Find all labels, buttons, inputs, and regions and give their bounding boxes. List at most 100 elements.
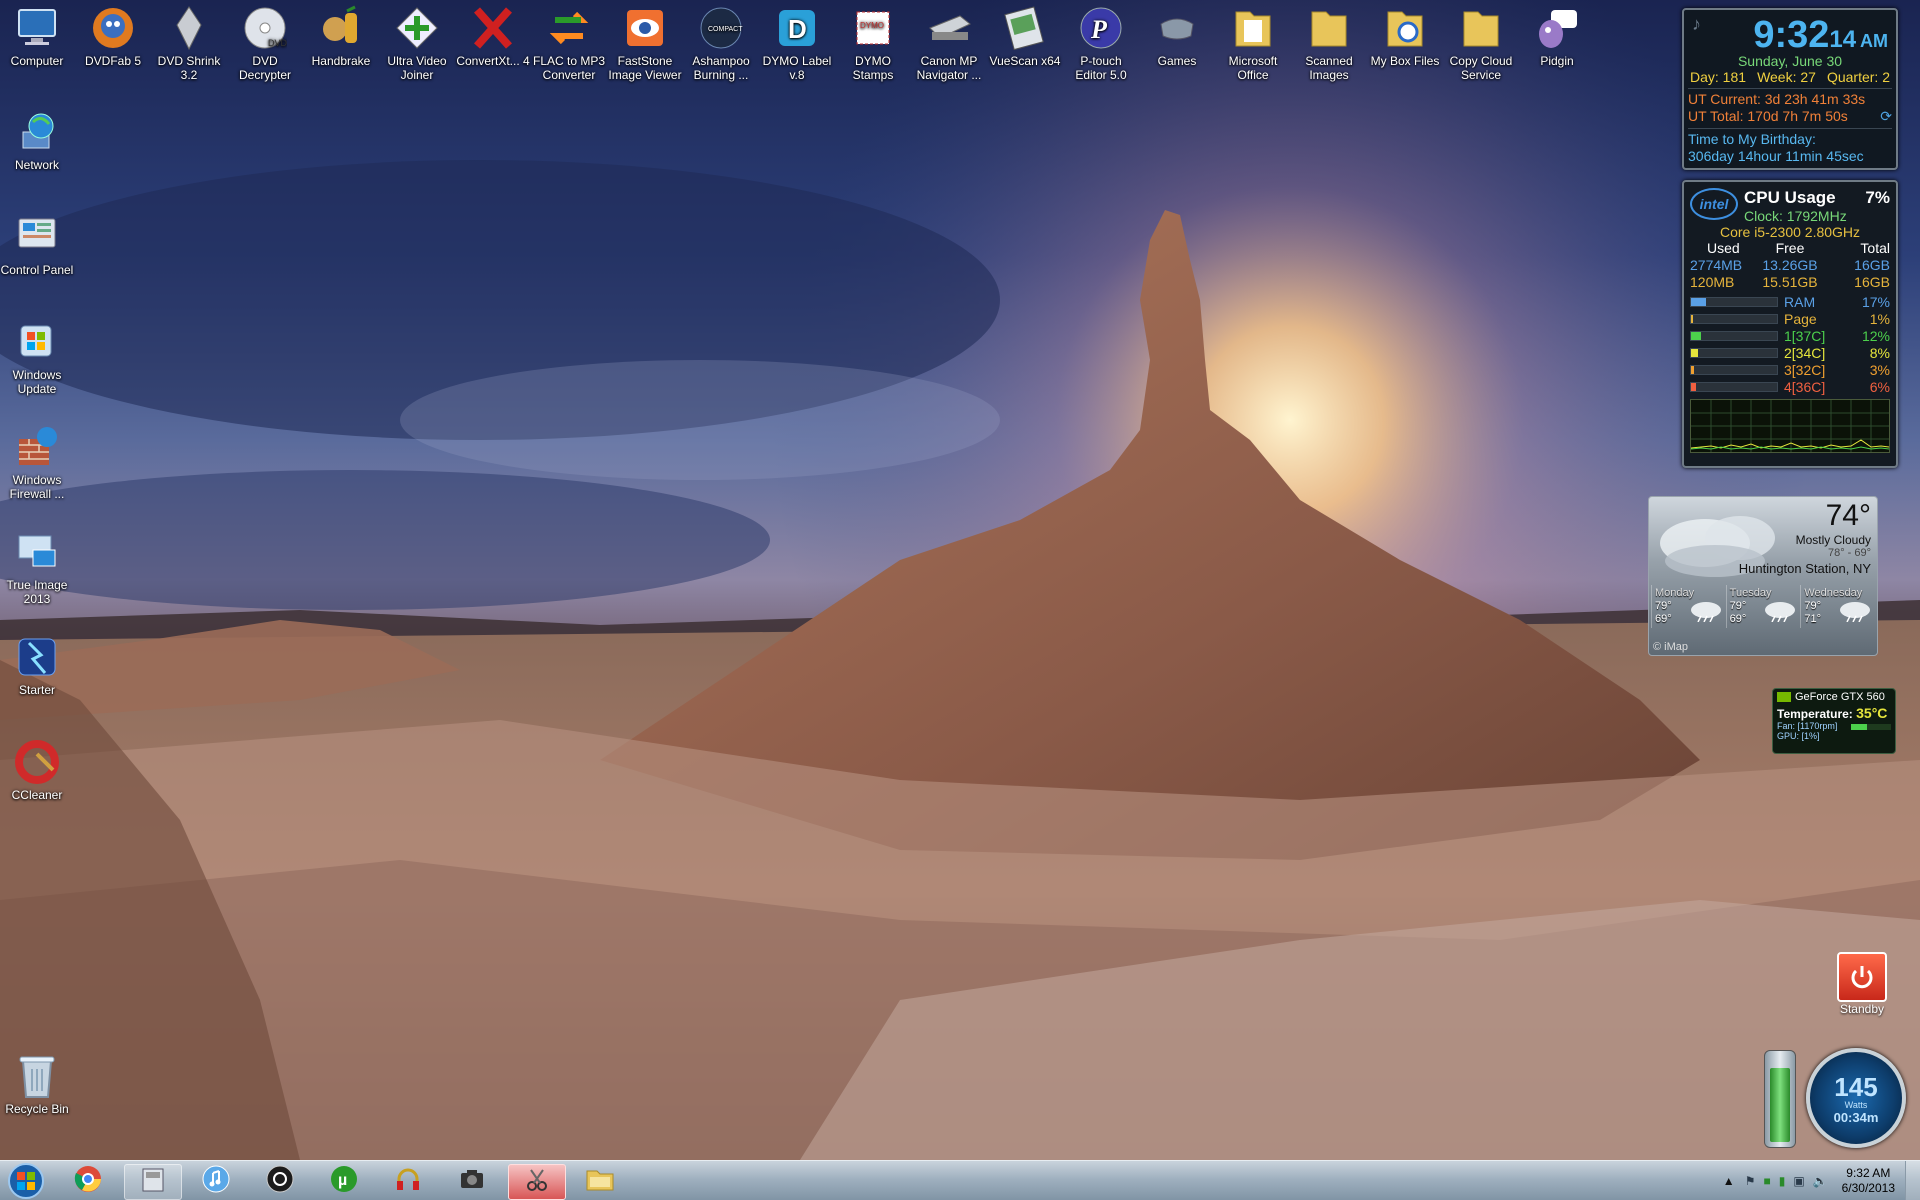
desktop-icon-pidgin[interactable]: Pidgin <box>1520 4 1594 68</box>
uptime-total: UT Total: 170d 7h 7m 50s <box>1688 108 1848 124</box>
weather-gadget[interactable]: 74° Mostly Cloudy 78° - 69° Huntington S… <box>1648 496 1878 656</box>
dymo-stamps-icon: DYMO <box>849 4 897 52</box>
svg-text:DVD: DVD <box>268 38 287 48</box>
taskbar-button-snipping-tool[interactable] <box>508 1164 566 1200</box>
start-button[interactable] <box>4 1162 48 1200</box>
svg-text:COMPACT: COMPACT <box>708 26 743 33</box>
power-icon[interactable] <box>1837 952 1887 1002</box>
desktop-icon-label: Network <box>14 158 59 172</box>
desktop-icon-folder[interactable]: Scanned Images <box>1292 4 1366 82</box>
power-meter-gadget[interactable]: 145 Watts 00:34m <box>1760 1046 1906 1150</box>
desktop-icon-firewall[interactable]: Windows Firewall ... <box>0 423 74 501</box>
desktop-icon-flac-converter[interactable]: FLAC to MP3 Converter <box>532 4 606 82</box>
desktop-icon-handbrake[interactable]: Handbrake <box>304 4 378 68</box>
taskbar-button-camera[interactable] <box>444 1164 500 1198</box>
usage-bar-row: 3[32C] 3% <box>1684 361 1896 378</box>
desktop-icon-folder[interactable]: Copy Cloud Service <box>1444 4 1518 82</box>
games-icon <box>1153 4 1201 52</box>
refresh-icon[interactable]: ⟳ <box>1880 108 1892 125</box>
desktop-icon-office-folder[interactable]: Microsoft Office <box>1216 4 1290 82</box>
storm-cloud-icon <box>1689 600 1723 626</box>
taskbar-button-chrome[interactable] <box>60 1164 116 1198</box>
usage-bar <box>1690 313 1778 324</box>
ashampoo-icon: COMPACT <box>697 4 745 52</box>
forecast-day: Wednesday 79° 71° <box>1800 585 1875 628</box>
desktop-icon-convertx[interactable]: ConvertXt... 4 <box>456 4 530 68</box>
desktop-icon-true-image[interactable]: True Image 2013 <box>0 528 74 606</box>
tray-flag-icon[interactable]: ⚑ <box>1745 1174 1756 1188</box>
gpu-temp-value: 35°C <box>1856 705 1888 721</box>
desktop-icon-dvd-decrypter[interactable]: DVD DVD Decrypter <box>228 4 302 82</box>
desktop-icon-label: DVDFab 5 <box>84 54 142 68</box>
desktop-icon-recycle-bin[interactable]: Recycle Bin <box>0 1052 74 1116</box>
usage-bar-label: 3[32C] <box>1784 361 1826 378</box>
ptouch-icon: P <box>1077 4 1125 52</box>
show-desktop-button[interactable] <box>1905 1161 1920 1200</box>
cpu-history-graph <box>1690 399 1890 453</box>
tray-battery-icon[interactable]: ▮ <box>1779 1174 1786 1188</box>
taskbar-button-file-explorer[interactable] <box>572 1164 628 1198</box>
taskbar-button-explorer-window[interactable] <box>124 1164 182 1200</box>
power-unit: Watts <box>1844 1100 1868 1110</box>
birthday-countdown: 306day 14hour 11min 45sec <box>1688 148 1864 164</box>
desktop-icon-label: My Box Files <box>1370 54 1440 68</box>
desktop-icon-label: Computer <box>10 54 64 68</box>
gpu-gadget[interactable]: GeForce GTX 560 Temperature: 35°C Fan: [… <box>1772 688 1896 754</box>
usage-bar-fill <box>1691 331 1702 340</box>
desktop-icon-computer[interactable]: Computer <box>0 4 74 68</box>
forecast-day-name: Monday <box>1655 587 1695 599</box>
taskbar-button-itunes[interactable] <box>188 1164 244 1198</box>
desktop-icon-dvdfab[interactable]: DVDFab 5 <box>76 4 150 68</box>
desktop-icon-dymo-label[interactable]: D DYMO Label v.8 <box>760 4 834 82</box>
desktop-icon-games[interactable]: Games <box>1140 4 1214 68</box>
desktop-icon-faststone[interactable]: FastStone Image Viewer <box>608 4 682 82</box>
desktop-icon-label: Copy Cloud Service <box>1449 54 1513 82</box>
desktop-icon-dvdshrink[interactable]: DVD Shrink 3.2 <box>152 4 226 82</box>
desktop-icon-video-joiner[interactable]: Ultra Video Joiner <box>380 4 454 82</box>
cpu-clock: Clock: 1792MHz <box>1744 208 1847 224</box>
desktop-icon-control-panel[interactable]: Control Panel <box>0 213 74 277</box>
desktop-icon-dymo-stamps[interactable]: DYMO DYMO Stamps <box>836 4 910 82</box>
desktop-icon-network[interactable]: Network <box>0 108 74 172</box>
svg-text:P: P <box>1090 15 1108 44</box>
desktop-icon-label: CCleaner <box>11 788 63 802</box>
desktop-icon-label: Pidgin <box>1540 54 1574 68</box>
desktop-icon-ashampoo[interactable]: COMPACT Ashampoo Burning ... <box>684 4 758 82</box>
office-folder-icon <box>1229 4 1277 52</box>
taskbar-button-headphones[interactable] <box>380 1164 436 1198</box>
taskbar-clock[interactable]: 9:32 AM 6/30/2013 <box>1832 1166 1905 1196</box>
standby-gadget[interactable]: Standby <box>1836 952 1888 1020</box>
memory-row: 2774MB 13.26GB 16GB <box>1684 257 1896 274</box>
taskbar-button-media-player[interactable] <box>252 1164 308 1198</box>
desktop-icon-label: Windows Firewall ... <box>9 473 65 501</box>
birthday-label: Time to My Birthday: <box>1688 131 1816 147</box>
desktop-icon-label: Ultra Video Joiner <box>387 54 447 82</box>
utorrent-icon: µ <box>330 1165 358 1198</box>
desktop-icon-starter[interactable]: Starter <box>0 633 74 697</box>
computer-icon <box>13 4 61 52</box>
desktop-icon-label: True Image 2013 <box>6 578 68 606</box>
weather-source: © iMap <box>1653 641 1689 653</box>
cpu-usage-gadget[interactable]: intel CPU Usage 7% Clock: 1792MHz Core i… <box>1682 180 1898 468</box>
forecast-lo: 71° <box>1804 613 1821 625</box>
forecast-hi: 79° <box>1804 600 1821 612</box>
desktop-icon-vuescan[interactable]: VueScan x64 <box>988 4 1062 68</box>
explorer-window-icon <box>139 1166 167 1199</box>
desktop-icon-ccleaner[interactable]: CCleaner <box>0 738 74 802</box>
tray-network-icon[interactable]: ▣ <box>1793 1174 1804 1188</box>
desktop-icon-box-folder[interactable]: My Box Files <box>1368 4 1442 68</box>
usage-bar-fill <box>1691 297 1706 306</box>
tray-volume-icon[interactable]: 🔈 <box>1813 1174 1828 1188</box>
desktop-icon-windows-update[interactable]: Windows Update <box>0 318 74 396</box>
vuescan-icon <box>1001 4 1049 52</box>
clock-gadget[interactable]: ♪ 9:3214 AM Sunday, June 30 Day: 181 Wee… <box>1682 8 1898 170</box>
taskbar-button-utorrent[interactable]: µ <box>316 1164 372 1198</box>
taskbar: µ ▲ ⚑ ■ ▮ ▣ 🔈 9:32 AM 6/30/2013 <box>0 1160 1920 1200</box>
desktop-icon-canon-scanner[interactable]: Canon MP Navigator ... <box>912 4 986 82</box>
tray-security-icon[interactable]: ■ <box>1763 1174 1770 1188</box>
tray-expand-icon[interactable]: ▲ <box>1723 1174 1735 1188</box>
desktop-icon-label: Ashampoo Burning ... <box>692 54 750 82</box>
desktop-icon-ptouch[interactable]: P P-touch Editor 5.0 <box>1064 4 1138 82</box>
uptime-current: UT Current: 3d 23h 41m 33s <box>1688 91 1866 107</box>
desktop-icon-label: DVD Shrink 3.2 <box>157 54 221 82</box>
